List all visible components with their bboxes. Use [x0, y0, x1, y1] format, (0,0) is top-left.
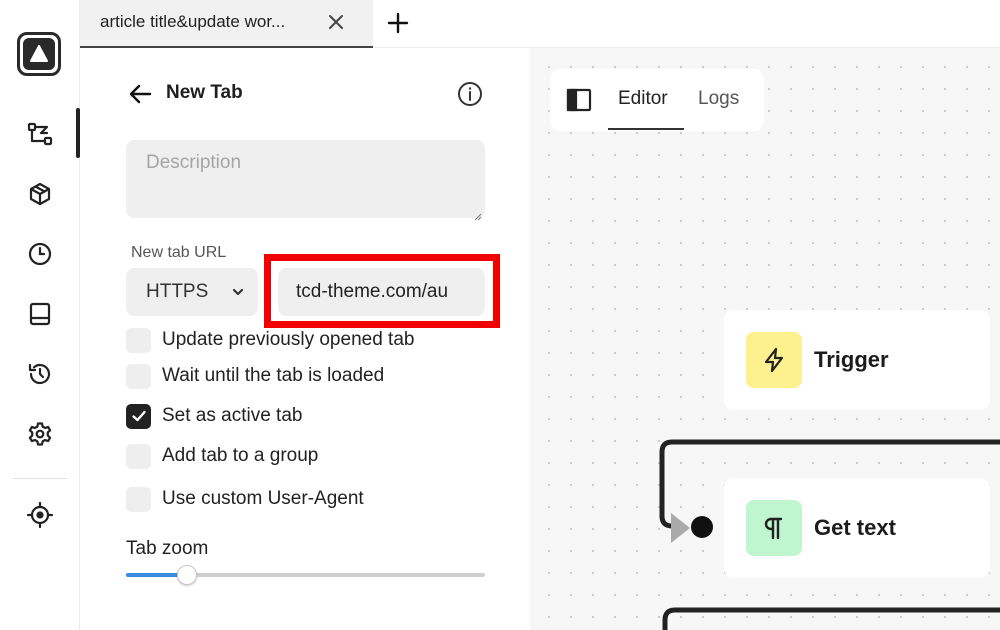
workflow-icon[interactable] [24, 118, 56, 150]
node-label: Get text [814, 515, 896, 540]
app-logo[interactable] [17, 32, 61, 76]
url-label: New tab URL [131, 244, 227, 261]
url-input[interactable] [278, 268, 485, 316]
description-field[interactable] [126, 140, 485, 218]
checkbox-tab-group[interactable]: Add tab to a group [126, 443, 318, 469]
chevron-down-icon [230, 284, 246, 300]
node-trigger[interactable]: Trigger [724, 310, 990, 410]
checkbox[interactable] [126, 486, 151, 512]
slider-thumb[interactable] [177, 565, 198, 585]
back-arrow-icon[interactable] [128, 81, 154, 107]
zoom-slider[interactable] [126, 565, 485, 585]
clock-icon[interactable] [24, 238, 56, 270]
lightning-icon [746, 332, 802, 388]
checkbox-label: Use custom User-Agent [162, 488, 364, 509]
checkbox-user-agent[interactable]: Use custom User-Agent [126, 486, 364, 512]
rail-divider [13, 478, 67, 479]
workflow-tab[interactable]: article title&update wor... [80, 0, 373, 48]
checkbox-label: Set as active tab [162, 405, 303, 426]
storage-icon[interactable] [24, 298, 56, 330]
checkbox-active-tab[interactable]: Set as active tab [126, 403, 302, 429]
checkmark-icon [131, 410, 146, 422]
info-icon[interactable] [456, 80, 484, 108]
left-rail [0, 0, 80, 630]
checkbox-wait-loaded[interactable]: Wait until the tab is loaded [126, 363, 384, 389]
checkbox-update-tab[interactable]: Update previously opened tab [126, 327, 414, 353]
zoom-label: Tab zoom [126, 538, 209, 559]
protocol-value: HTTPS [146, 281, 209, 302]
block-settings-panel: New Tab New tab URL HTTPS Update previou… [80, 48, 530, 630]
paragraph-icon [746, 500, 802, 556]
gear-icon[interactable] [24, 418, 56, 450]
resize-grip-icon[interactable] [474, 208, 482, 221]
checkbox[interactable] [126, 443, 151, 469]
history-icon[interactable] [24, 358, 56, 390]
close-icon[interactable] [326, 12, 346, 32]
node-get-text[interactable]: Get text [724, 478, 990, 578]
checkbox-label: Add tab to a group [162, 445, 319, 466]
checkbox-checked[interactable] [126, 403, 151, 429]
checkbox-label: Wait until the tab is loaded [162, 365, 385, 386]
tab-title: article title&update wor... [100, 12, 286, 31]
panel-title: New Tab [166, 82, 243, 103]
tab-strip: article title&update wor... [80, 0, 1000, 48]
checkbox-label: Update previously opened tab [162, 329, 415, 350]
checkbox[interactable] [126, 327, 151, 353]
plus-icon[interactable] [385, 10, 411, 36]
checkbox[interactable] [126, 363, 151, 389]
package-icon[interactable] [24, 178, 56, 210]
logo-mark [23, 38, 55, 70]
protocol-select[interactable]: HTTPS [126, 268, 258, 316]
workflow-canvas[interactable]: Editor Logs Trigger Get text [530, 48, 1000, 630]
node-label: Trigger [814, 347, 889, 372]
crosshair-icon[interactable] [24, 499, 56, 531]
